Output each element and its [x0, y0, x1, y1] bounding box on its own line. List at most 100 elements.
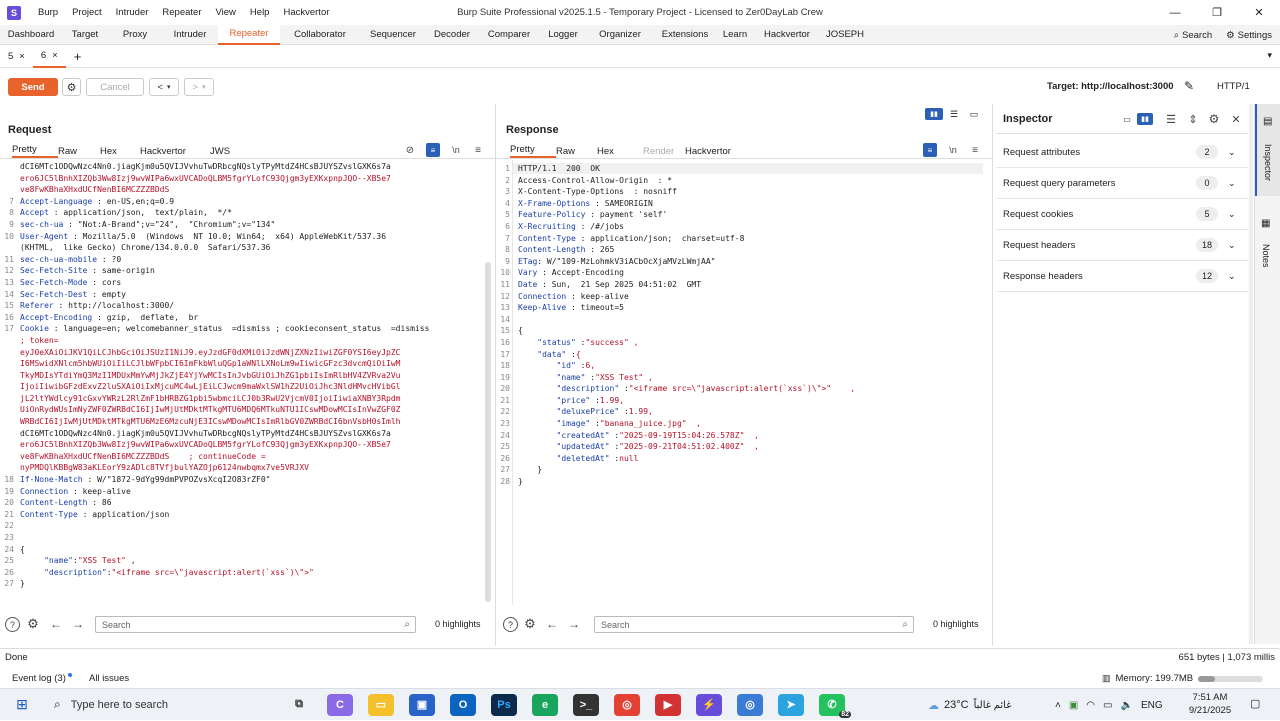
- edit-target-icon[interactable]: ✎: [1184, 79, 1194, 93]
- inspector-layout-toggle[interactable]: ▭ ▮▮: [1119, 113, 1153, 125]
- volume-icon[interactable]: 🔈: [1120, 700, 1132, 711]
- layout-icon[interactable]: ▭: [1119, 113, 1135, 125]
- tab-target[interactable]: Target: [62, 25, 108, 45]
- task-view-icon[interactable]: ⧉: [286, 694, 312, 716]
- chevron-down-icon[interactable]: ▾: [1267, 50, 1272, 61]
- layout-toggle[interactable]: ▮▮ ☰ ▭: [925, 108, 983, 120]
- http-version[interactable]: HTTP/1: [1217, 81, 1250, 92]
- language-indicator[interactable]: ENG: [1141, 700, 1163, 711]
- pretty-format-icon[interactable]: ≡: [923, 143, 937, 157]
- store-icon[interactable]: ▣: [409, 693, 435, 716]
- tray-app-icon[interactable]: ▣: [1069, 700, 1078, 711]
- forward-button[interactable]: > ▾: [184, 78, 214, 96]
- whatsapp-icon[interactable]: ✆ 82: [819, 693, 851, 718]
- app-icon[interactable]: ▶: [655, 693, 681, 716]
- inspector-row-request-cookies[interactable]: Request cookies 5 ⌄: [996, 199, 1248, 230]
- chrome-icon[interactable]: ◎: [614, 693, 640, 716]
- close-icon[interactable]: ✕: [1238, 0, 1280, 25]
- close-tab-icon[interactable]: ×: [19, 51, 25, 62]
- tab-intruder[interactable]: Intruder: [162, 25, 218, 45]
- previous-match-icon[interactable]: ←: [544, 616, 560, 632]
- windows-start-icon[interactable]: ⊞: [0, 689, 44, 721]
- help-icon[interactable]: ?: [5, 617, 20, 632]
- close-icon[interactable]: ✕: [1229, 112, 1243, 126]
- weather-widget[interactable]: ☁ 23°C غائم غالباً: [928, 689, 1011, 721]
- search-settings-gear-icon[interactable]: ⚙: [25, 616, 41, 632]
- settings-button[interactable]: ⚙ Settings: [1226, 30, 1272, 41]
- chevron-down-icon[interactable]: ⌄: [1228, 209, 1242, 220]
- back-button[interactable]: < ▾: [149, 78, 179, 96]
- collapse-icon[interactable]: ⇕: [1186, 112, 1200, 126]
- telegram-icon[interactable]: ➤: [778, 693, 804, 716]
- newline-icon[interactable]: \n: [449, 143, 463, 157]
- menu-item-help[interactable]: Help: [243, 7, 277, 18]
- align-icon[interactable]: ☰: [1164, 112, 1178, 126]
- tab-collaborator[interactable]: Collaborator: [280, 25, 360, 45]
- layout-icon[interactable]: ▮▮: [1137, 113, 1153, 125]
- minimize-icon[interactable]: —: [1154, 0, 1196, 25]
- menu-item-intruder[interactable]: Intruder: [109, 7, 156, 18]
- notifications-icon[interactable]: ▢: [1250, 697, 1260, 710]
- menu-icon[interactable]: ≡: [969, 143, 981, 157]
- event-log-button[interactable]: Event log (3): [12, 673, 72, 684]
- inspector-scrollbar[interactable]: [1249, 104, 1253, 644]
- chevron-down-icon[interactable]: ⌄: [1228, 271, 1242, 282]
- file-explorer-icon[interactable]: ▭: [368, 693, 394, 716]
- chrome-icon[interactable]: ◎: [737, 693, 763, 716]
- tab-learn[interactable]: Learn: [716, 25, 754, 45]
- cancel-button[interactable]: Cancel: [86, 78, 144, 96]
- inspector-row-request-headers[interactable]: Request headers 18 ⌄: [996, 230, 1248, 261]
- repeater-tab-6[interactable]: 6 ×: [32, 45, 66, 68]
- request-search-input[interactable]: Search ⌕: [95, 616, 416, 633]
- copilot-icon[interactable]: C: [327, 693, 353, 716]
- chevron-down-icon[interactable]: ⌄: [1228, 240, 1242, 251]
- send-options-gear-icon[interactable]: ⚙: [62, 78, 81, 96]
- tab-joseph[interactable]: JOSEPH: [820, 25, 870, 45]
- request-tab-raw[interactable]: Raw: [58, 146, 100, 157]
- newline-icon[interactable]: \n: [946, 143, 960, 157]
- tab-sequencer[interactable]: Sequencer: [360, 25, 426, 45]
- response-tab-hex[interactable]: Hex: [597, 146, 643, 157]
- response-tab-pretty[interactable]: Pretty: [510, 144, 556, 158]
- inspector-row-request-attributes[interactable]: Request attributes 2 ⌄: [996, 137, 1248, 168]
- split-horizontal-icon[interactable]: ▮▮: [925, 108, 943, 120]
- send-button[interactable]: Send: [8, 78, 58, 96]
- close-tab-icon[interactable]: ×: [52, 50, 58, 61]
- menu-item-hackvertor[interactable]: Hackvertor: [276, 7, 336, 18]
- previous-match-icon[interactable]: ←: [48, 616, 64, 632]
- request-tab-jws[interactable]: JWS: [210, 146, 240, 157]
- all-issues-button[interactable]: All issues: [89, 673, 129, 684]
- tab-decoder[interactable]: Decoder: [426, 25, 478, 45]
- search-settings-gear-icon[interactable]: ⚙: [522, 616, 538, 632]
- help-icon[interactable]: ?: [503, 617, 518, 632]
- request-tab-hex[interactable]: Hex: [100, 146, 140, 157]
- menu-icon[interactable]: ≡: [472, 143, 484, 157]
- search-button[interactable]: ⌕ Search: [1174, 30, 1212, 41]
- edge-icon[interactable]: e: [532, 693, 558, 716]
- inspector-row-response-headers[interactable]: Response headers 12 ⌄: [996, 261, 1248, 292]
- inspector-row-request-query-parameters[interactable]: Request query parameters 0 ⌄: [996, 168, 1248, 199]
- tab-hackvertor[interactable]: Hackvertor: [754, 25, 820, 45]
- response-tab-render[interactable]: Render: [643, 146, 685, 157]
- request-tab-pretty[interactable]: Pretty: [12, 144, 58, 158]
- chevron-down-icon[interactable]: ⌄: [1228, 147, 1242, 158]
- tab-organizer[interactable]: Organizer: [586, 25, 654, 45]
- clock[interactable]: 7:51 AM 9/21/2025: [1185, 691, 1235, 717]
- tab-repeater[interactable]: Repeater: [218, 24, 280, 45]
- burp-taskbar-icon[interactable]: ⚡: [696, 693, 722, 716]
- tab-extensions[interactable]: Extensions: [654, 25, 716, 45]
- request-editor[interactable]: dCI6MTc1ODQwNzc4Nn0.jiagKjm0u5QVIJVvhuTw…: [20, 161, 482, 611]
- tab-logger[interactable]: Logger: [540, 25, 586, 45]
- chevron-up-icon[interactable]: ˄: [1055, 700, 1061, 711]
- inspector-side-tab[interactable]: ▤ Inspector: [1255, 104, 1280, 196]
- next-match-icon[interactable]: →: [70, 616, 86, 632]
- menu-item-repeater[interactable]: Repeater: [155, 7, 208, 18]
- request-tab-hackvertor[interactable]: Hackvertor: [140, 146, 210, 157]
- add-tab-button[interactable]: +: [66, 46, 90, 68]
- response-viewer[interactable]: HTTP/1.1 200 OK Access-Control-Allow-Orig…: [518, 163, 988, 603]
- gear-icon[interactable]: ⚙: [1207, 112, 1221, 126]
- terminal-icon[interactable]: >_: [573, 693, 599, 716]
- next-match-icon[interactable]: →: [566, 616, 582, 632]
- tab-comparer[interactable]: Comparer: [478, 25, 540, 45]
- tab-proxy[interactable]: Proxy: [108, 25, 162, 45]
